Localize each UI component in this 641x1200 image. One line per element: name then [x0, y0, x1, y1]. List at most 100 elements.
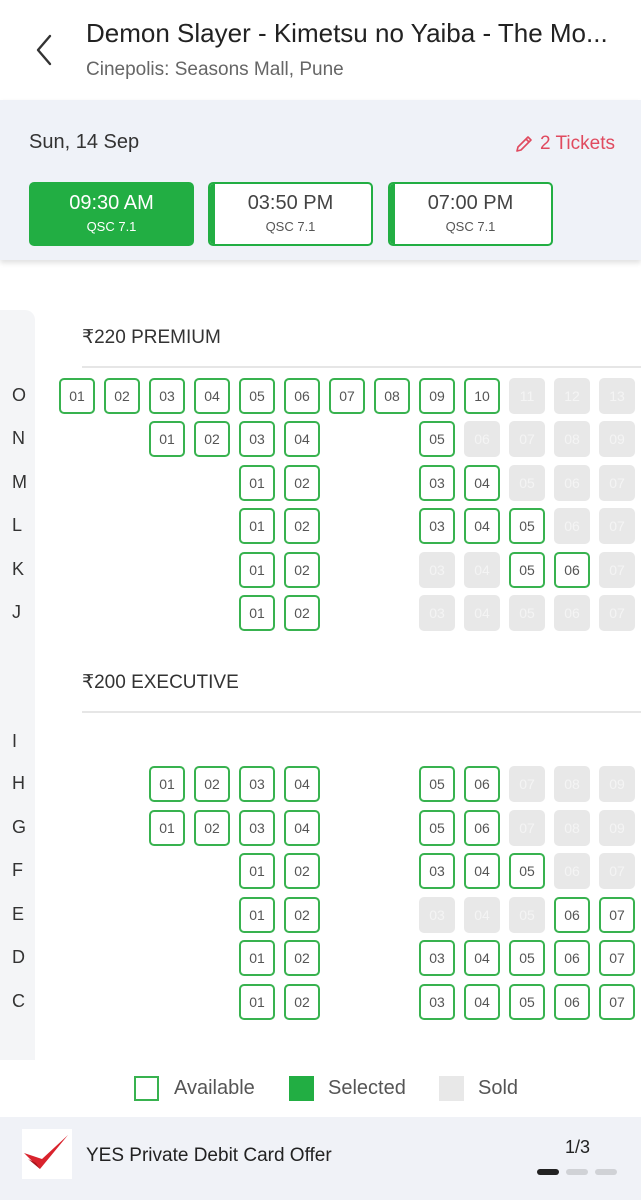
seat-j06: 06: [554, 595, 590, 631]
seat-j01[interactable]: 01: [239, 595, 275, 631]
seat-g05[interactable]: 05: [419, 810, 455, 846]
seat-k06[interactable]: 06: [554, 552, 590, 588]
seat-o05[interactable]: 05: [239, 378, 275, 414]
seat-k07: 07: [599, 552, 635, 588]
seat-g02[interactable]: 02: [194, 810, 230, 846]
seat-e06[interactable]: 06: [554, 897, 590, 933]
seat-d05[interactable]: 05: [509, 940, 545, 976]
seat-m07: 07: [599, 465, 635, 501]
seat-d07[interactable]: 07: [599, 940, 635, 976]
seat-g01[interactable]: 01: [149, 810, 185, 846]
seat-o06[interactable]: 06: [284, 378, 320, 414]
seat-e02[interactable]: 02: [284, 897, 320, 933]
seat-g06[interactable]: 06: [464, 810, 500, 846]
row-label-i: I: [12, 731, 18, 751]
seat-d06[interactable]: 06: [554, 940, 590, 976]
seat-f05[interactable]: 05: [509, 853, 545, 889]
show-date: Sun, 14 Sep: [29, 131, 140, 153]
seat-m05: 05: [509, 465, 545, 501]
seat-m04[interactable]: 04: [464, 465, 500, 501]
seat-k01[interactable]: 01: [239, 552, 275, 588]
seat-o07[interactable]: 07: [329, 378, 365, 414]
seat-f04[interactable]: 04: [464, 853, 500, 889]
seat-k05[interactable]: 05: [509, 552, 545, 588]
row-label-h: H: [12, 773, 25, 793]
showtime-0700[interactable]: 07:00 PM QSC 7.1: [388, 182, 553, 246]
seat-e05: 05: [509, 897, 545, 933]
sold-swatch: [439, 1076, 464, 1101]
available-swatch: [134, 1076, 159, 1101]
seat-o04[interactable]: 04: [194, 378, 230, 414]
seat-e07[interactable]: 07: [599, 897, 635, 933]
seat-c04[interactable]: 04: [464, 984, 500, 1020]
seat-e01[interactable]: 01: [239, 897, 275, 933]
seat-n03[interactable]: 03: [239, 421, 275, 457]
seat-m02[interactable]: 02: [284, 465, 320, 501]
seat-e04: 04: [464, 897, 500, 933]
seat-j07: 07: [599, 595, 635, 631]
seat-o08[interactable]: 08: [374, 378, 410, 414]
row-label-e: E: [12, 904, 25, 924]
cinema-name: Cinepolis: Seasons Mall, Pune: [86, 59, 344, 80]
seat-c05[interactable]: 05: [509, 984, 545, 1020]
seat-c02[interactable]: 02: [284, 984, 320, 1020]
seat-h03[interactable]: 03: [239, 766, 275, 802]
seat-d01[interactable]: 01: [239, 940, 275, 976]
seat-n06: 06: [464, 421, 500, 457]
showtime-time: 07:00 PM: [427, 192, 514, 214]
tickets-label: 2 Tickets: [540, 133, 615, 154]
seat-g03[interactable]: 03: [239, 810, 275, 846]
app-header: Demon Slayer - Kimetsu no Yaiba - The Mo…: [0, 0, 641, 100]
seat-h01[interactable]: 01: [149, 766, 185, 802]
seat-c06[interactable]: 06: [554, 984, 590, 1020]
seat-o13: 13: [599, 378, 635, 414]
row-label-f: F: [12, 860, 23, 880]
legend-selected-label: Selected: [328, 1077, 406, 1099]
seat-o01[interactable]: 01: [59, 378, 95, 414]
edit-tickets-button[interactable]: 2 Tickets: [514, 133, 615, 155]
seat-h08: 08: [554, 766, 590, 802]
seat-d02[interactable]: 02: [284, 940, 320, 976]
seat-l04[interactable]: 04: [464, 508, 500, 544]
row-label-j: J: [12, 602, 21, 622]
seat-o02[interactable]: 02: [104, 378, 140, 414]
showtime-0350[interactable]: 03:50 PM QSC 7.1: [208, 182, 373, 246]
seat-n05[interactable]: 05: [419, 421, 455, 457]
seat-h06[interactable]: 06: [464, 766, 500, 802]
seat-l02[interactable]: 02: [284, 508, 320, 544]
seat-f02[interactable]: 02: [284, 853, 320, 889]
showtime-format: QSC 7.1: [86, 219, 137, 234]
seat-n01[interactable]: 01: [149, 421, 185, 457]
seat-f01[interactable]: 01: [239, 853, 275, 889]
seat-o03[interactable]: 03: [149, 378, 185, 414]
seat-m03[interactable]: 03: [419, 465, 455, 501]
seat-c03[interactable]: 03: [419, 984, 455, 1020]
showtime-time: 03:50 PM: [247, 192, 334, 214]
seat-d04[interactable]: 04: [464, 940, 500, 976]
seat-j02[interactable]: 02: [284, 595, 320, 631]
seat-c01[interactable]: 01: [239, 984, 275, 1020]
offer-banner[interactable]: YES Private Debit Card Offer 1/3: [0, 1117, 641, 1200]
showtime-0930[interactable]: 09:30 AM QSC 7.1: [29, 182, 194, 246]
seat-l03[interactable]: 03: [419, 508, 455, 544]
showtime-format: QSC 7.1: [265, 219, 316, 234]
seat-d03[interactable]: 03: [419, 940, 455, 976]
seat-m01[interactable]: 01: [239, 465, 275, 501]
seat-c07[interactable]: 07: [599, 984, 635, 1020]
seat-g04[interactable]: 04: [284, 810, 320, 846]
seat-h02[interactable]: 02: [194, 766, 230, 802]
seat-h04[interactable]: 04: [284, 766, 320, 802]
seat-h05[interactable]: 05: [419, 766, 455, 802]
seat-o09[interactable]: 09: [419, 378, 455, 414]
seat-n04[interactable]: 04: [284, 421, 320, 457]
seat-f03[interactable]: 03: [419, 853, 455, 889]
seat-k02[interactable]: 02: [284, 552, 320, 588]
seat-l01[interactable]: 01: [239, 508, 275, 544]
row-label-k: K: [12, 559, 25, 579]
seat-n02[interactable]: 02: [194, 421, 230, 457]
back-arrow-icon[interactable]: [28, 30, 60, 70]
row-label-c: C: [12, 991, 25, 1011]
bank-logo-icon: [22, 1129, 72, 1179]
seat-o10[interactable]: 10: [464, 378, 500, 414]
seat-l05[interactable]: 05: [509, 508, 545, 544]
